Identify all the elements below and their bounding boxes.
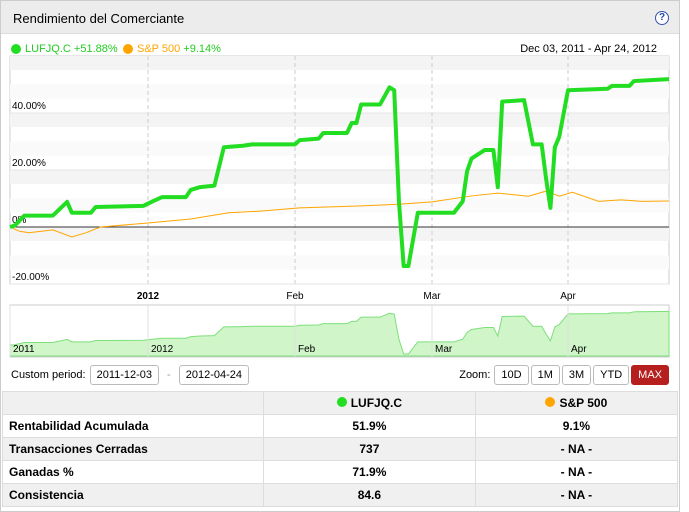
row-label: Consistencia — [2, 483, 264, 507]
cell: 737 — [263, 437, 476, 461]
y-tick-label: 20.00% — [12, 158, 46, 169]
zoom-3m-button[interactable]: 3M — [561, 365, 592, 385]
x-tick-label: Mar — [423, 291, 441, 302]
cell: 51.9% — [263, 414, 476, 438]
header-cell: LUFJQ.C — [263, 391, 476, 415]
green-dot-icon — [336, 397, 347, 407]
header-label: S&P 500 — [559, 396, 608, 410]
plot-band — [10, 227, 669, 241]
header-cell — [2, 391, 264, 415]
zoom-controls: Zoom: 10D 1M 3M YTD MAX — [459, 365, 669, 385]
cell: - NA - — [474, 483, 679, 507]
plot-band — [10, 170, 669, 184]
row-label: Rentabilidad Acumulada — [2, 414, 264, 438]
row-label: Transacciones Cerradas — [2, 437, 264, 461]
x-tick-label: 2012 — [137, 291, 160, 302]
zoom-10d-button[interactable]: 10D — [494, 365, 529, 385]
plot-band — [10, 113, 669, 127]
zoom-ytd-button[interactable]: YTD — [593, 365, 630, 385]
zoom-label: Zoom: — [459, 369, 491, 381]
zoom-max-button[interactable]: MAX — [631, 365, 669, 385]
table-row: Transacciones Cerradas 737- NA - — [2, 437, 679, 461]
table-row: Ganadas % 71.9% - NA - — [2, 460, 679, 484]
plot-band — [10, 56, 669, 70]
row-label: Ganadas % — [2, 460, 264, 484]
navigator-label: 2012 — [151, 344, 174, 355]
header-label: LUFJQ.C — [350, 396, 403, 410]
table-header-row: LUFJQ.C S&P 500 — [2, 391, 679, 415]
cell: - NA - — [474, 437, 679, 461]
performance-widget: Rendimiento del Comerciante ? LUFJQ.C +5… — [0, 0, 680, 512]
x-tick-label: Feb — [286, 291, 304, 302]
custom-period: Custom period: 2011-12-03 - 2012-04-24 — [11, 365, 249, 385]
date-separator: - — [167, 369, 171, 381]
x-tick-label: Apr — [560, 291, 576, 302]
plot-band — [10, 141, 669, 156]
navigator-label: Mar — [435, 344, 453, 355]
to-date-input[interactable]: 2012-04-24 — [178, 365, 249, 385]
cell: 9.1% — [474, 414, 679, 438]
navigator-label: Feb — [298, 344, 316, 355]
navigator-label: 2011 — [13, 344, 35, 355]
table-row: Consistencia 84.6- NA - — [2, 483, 679, 507]
header-cell: S&P 500 — [474, 391, 679, 415]
orange-dot-icon — [545, 397, 556, 407]
cell: - NA - — [474, 460, 679, 484]
performance-chart[interactable]: 40.00%20.00%0%-20.00%2012 Feb Mar Apr2011 20… — [1, 1, 689, 361]
cell: 71.9% — [263, 460, 476, 484]
stats-table: LUFJQ.C S&P 500 Rentabilidad Acumulada 51… — [2, 391, 679, 507]
from-date-input[interactable]: 2011-12-03 — [89, 365, 160, 385]
zoom-1m-button[interactable]: 1M — [530, 365, 560, 385]
custom-period-label: Custom period: — [11, 369, 86, 381]
plot-band — [10, 255, 669, 270]
y-tick-label: 40.00% — [12, 101, 46, 112]
cell: 84.6 — [263, 483, 476, 507]
y-tick-label: -20.00% — [12, 272, 49, 283]
table-row: Rentabilidad Acumulada 51.9% 9.1% — [2, 414, 679, 438]
navigator-label: Apr — [571, 344, 587, 355]
